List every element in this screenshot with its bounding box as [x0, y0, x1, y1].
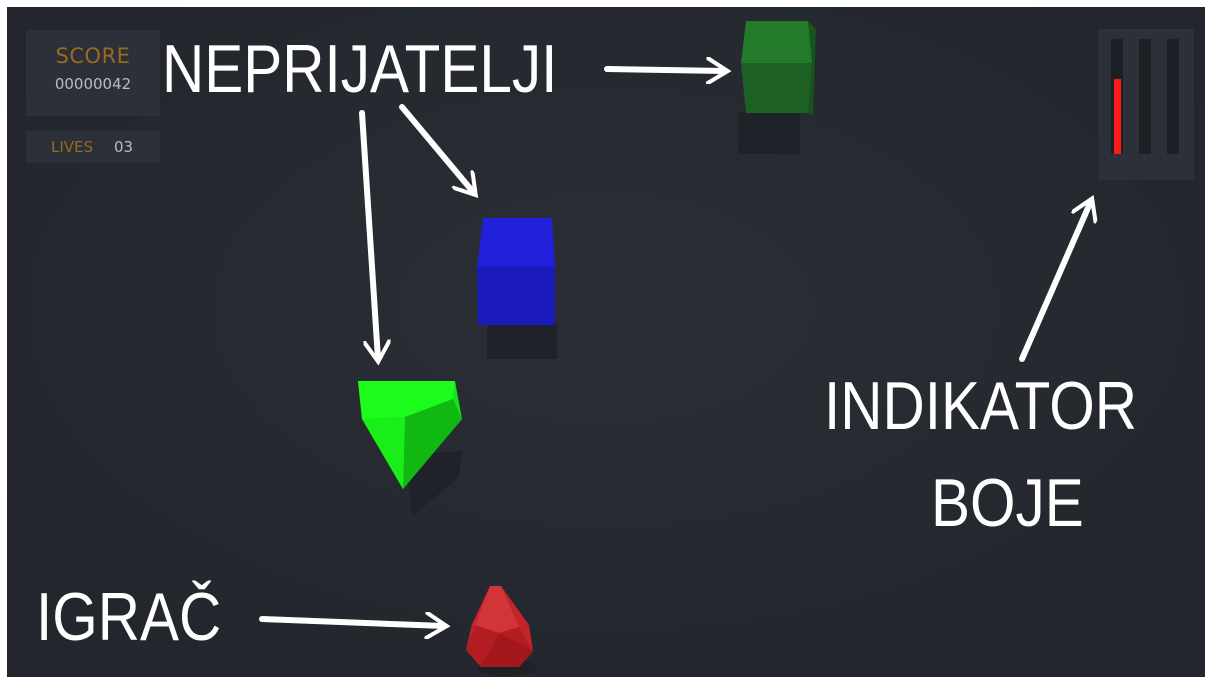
- game-viewport: SCORE 00000042 LIVES 03 NEPRIJATELJI IGR…: [7, 7, 1205, 677]
- score-panel: SCORE 00000042: [26, 30, 160, 116]
- indicator-bar-blue: [1167, 39, 1179, 154]
- score-label: SCORE: [55, 44, 131, 68]
- enemy-blue-cube: [477, 218, 555, 325]
- game-scene: [7, 7, 1205, 677]
- indicator-fill-red: [1114, 79, 1121, 154]
- enemy-dark-green-cube: [741, 21, 816, 115]
- indicator-bar-green: [1139, 39, 1151, 154]
- lives-label: LIVES: [51, 138, 94, 156]
- annotation-indicator-line1: INDIKATOR: [824, 368, 1138, 444]
- annotation-indicator-line2: BOJE: [931, 465, 1084, 541]
- lives-panel: LIVES 03: [26, 131, 160, 163]
- enemy-blue-shadow: [487, 323, 557, 359]
- enemies-arrow-to-dark-green: [604, 69, 725, 71]
- annotation-enemies: NEPRIJATELJI: [162, 31, 558, 107]
- indicator-bar-red: [1111, 39, 1123, 154]
- lives-value: 03: [114, 138, 134, 156]
- enemy-dark-green-shadow: [738, 112, 800, 154]
- score-value: 00000042: [54, 75, 132, 93]
- color-indicator-panel: [1098, 29, 1194, 180]
- annotation-player: IGRAČ: [36, 579, 222, 655]
